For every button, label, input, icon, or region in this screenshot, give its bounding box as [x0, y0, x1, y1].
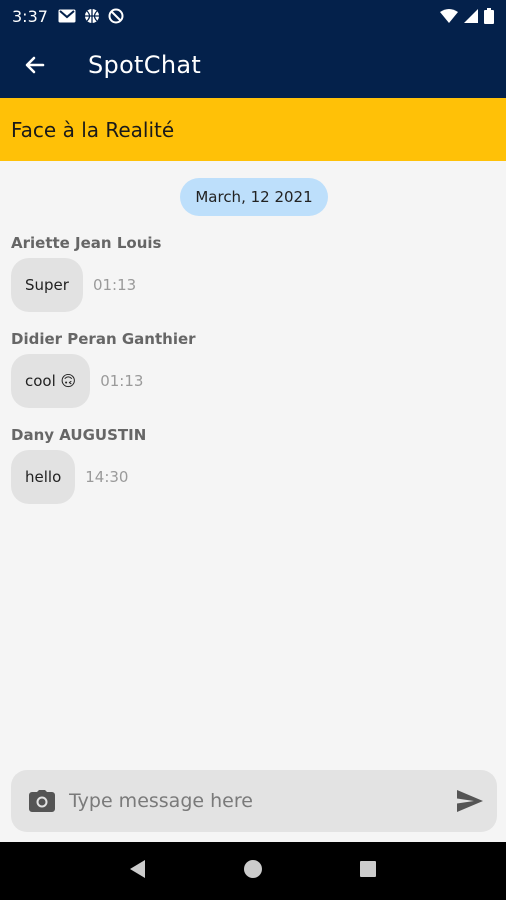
system-nav-bar: [0, 842, 506, 900]
message-bubble[interactable]: hello: [11, 450, 76, 504]
square-recent-icon: [360, 861, 377, 877]
nav-back-button[interactable]: [128, 859, 148, 883]
camera-icon: [29, 790, 55, 812]
message-time: 14:30: [85, 468, 129, 486]
message-time: 01:13: [100, 372, 144, 390]
triangle-back-icon: [129, 860, 145, 878]
date-separator: March, 12 2021: [180, 178, 328, 216]
signal-icon: [464, 9, 478, 23]
status-bar: 3:37: [0, 0, 506, 32]
battery-icon: [484, 8, 494, 24]
message-bubble[interactable]: Super: [11, 258, 83, 312]
app-bar: SpotChat: [0, 32, 506, 98]
status-notification-icons: [58, 8, 124, 24]
wifi-icon: [440, 9, 458, 23]
basketball-icon: [84, 9, 99, 23]
message-time: 01:13: [92, 276, 137, 294]
gmail-icon: [58, 9, 76, 23]
message-sender: Didier Peran Ganthier: [11, 330, 196, 348]
send-button[interactable]: [457, 790, 483, 812]
message-input[interactable]: [69, 790, 457, 812]
message-composer: [11, 770, 497, 832]
nav-home-button[interactable]: [243, 859, 263, 883]
blocked-circle-icon: [108, 8, 124, 24]
message-sender: Dany AUGUSTIN: [11, 426, 147, 444]
message-bubble[interactable]: cool 🙃: [11, 354, 91, 408]
send-icon: [457, 790, 483, 812]
arrow-left-icon: [25, 56, 45, 74]
message-item: Didier Peran Ganthier cool 🙃 01:13: [11, 330, 196, 408]
camera-button[interactable]: [29, 790, 55, 812]
message-item: Dany AUGUSTIN hello 14:30: [11, 426, 146, 504]
circle-home-icon: [243, 860, 262, 878]
group-name-banner: Face à la Realité: [0, 98, 506, 161]
status-time: 3:37: [12, 6, 48, 26]
status-system-icons: [440, 8, 494, 24]
app-title: SpotChat: [88, 51, 202, 79]
back-button[interactable]: [0, 32, 70, 98]
message-sender: Ariette Jean Louis: [11, 234, 162, 252]
nav-recent-button[interactable]: [358, 859, 378, 883]
message-item: Ariette Jean Louis Super 01:13: [11, 234, 161, 312]
